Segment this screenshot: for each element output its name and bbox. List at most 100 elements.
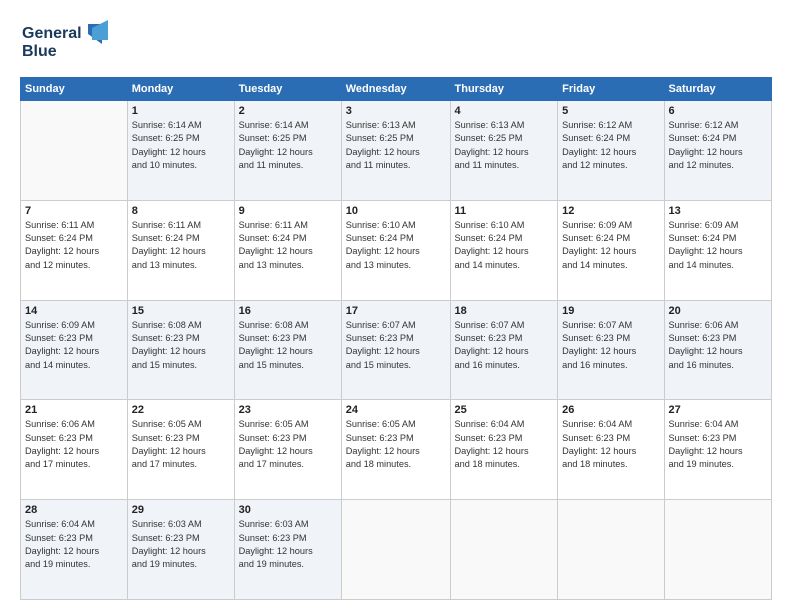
day-info: Sunrise: 6:06 AM Sunset: 6:23 PM Dayligh…	[25, 418, 123, 471]
day-number: 26	[562, 404, 659, 416]
day-number: 8	[132, 205, 230, 217]
day-number: 17	[346, 305, 446, 317]
day-info: Sunrise: 6:09 AM Sunset: 6:23 PM Dayligh…	[25, 319, 123, 372]
day-info: Sunrise: 6:05 AM Sunset: 6:23 PM Dayligh…	[346, 418, 446, 471]
day-info: Sunrise: 6:08 AM Sunset: 6:23 PM Dayligh…	[132, 319, 230, 372]
calendar-cell: 8 Sunrise: 6:11 AM Sunset: 6:24 PM Daylig…	[127, 200, 234, 300]
day-info: Sunrise: 6:09 AM Sunset: 6:24 PM Dayligh…	[562, 219, 659, 272]
day-info: Sunrise: 6:03 AM Sunset: 6:23 PM Dayligh…	[132, 518, 230, 571]
calendar-header-tuesday: Tuesday	[234, 78, 341, 101]
logo: General Blue	[20, 16, 115, 67]
day-number: 11	[455, 205, 554, 217]
day-number: 10	[346, 205, 446, 217]
calendar-cell: 20Sunrise: 6:06 AM Sunset: 6:23 PM Dayli…	[664, 300, 772, 400]
calendar-cell: 28Sunrise: 6:04 AM Sunset: 6:23 PM Dayli…	[21, 500, 128, 600]
calendar-cell: 23 Sunrise: 6:05 AM Sunset: 6:23 PM Dayli…	[234, 400, 341, 500]
day-info: Sunrise: 6:03 AM Sunset: 6:23 PM Dayligh…	[239, 518, 337, 571]
calendar-week-row: 7 Sunrise: 6:11 AM Sunset: 6:24 PM Daylig…	[21, 200, 772, 300]
day-number: 5	[562, 105, 659, 117]
calendar-cell: 30 Sunrise: 6:03 AM Sunset: 6:23 PM Dayli…	[234, 500, 341, 600]
calendar-week-row: 21 Sunrise: 6:06 AM Sunset: 6:23 PM Dayli…	[21, 400, 772, 500]
day-info: Sunrise: 6:05 AM Sunset: 6:23 PM Dayligh…	[132, 418, 230, 471]
day-number: 16	[239, 305, 337, 317]
calendar-cell: 14 Sunrise: 6:09 AM Sunset: 6:23 PM Dayli…	[21, 300, 128, 400]
calendar-week-row: 1 Sunrise: 6:14 AM Sunset: 6:25 PM Daylig…	[21, 101, 772, 201]
day-number: 14	[25, 305, 123, 317]
day-number: 12	[562, 205, 659, 217]
day-info: Sunrise: 6:12 AM Sunset: 6:24 PM Dayligh…	[562, 119, 659, 172]
calendar-cell	[450, 500, 558, 600]
day-info: Sunrise: 6:08 AM Sunset: 6:23 PM Dayligh…	[239, 319, 337, 372]
day-info: Sunrise: 6:13 AM Sunset: 6:25 PM Dayligh…	[455, 119, 554, 172]
day-info: Sunrise: 6:09 AM Sunset: 6:24 PM Dayligh…	[669, 219, 768, 272]
day-info: Sunrise: 6:12 AM Sunset: 6:24 PM Dayligh…	[669, 119, 768, 172]
calendar-cell: 3 Sunrise: 6:13 AM Sunset: 6:25 PM Daylig…	[341, 101, 450, 201]
svg-text:Blue: Blue	[22, 43, 57, 60]
calendar-cell: 1 Sunrise: 6:14 AM Sunset: 6:25 PM Daylig…	[127, 101, 234, 201]
calendar-header-friday: Friday	[558, 78, 664, 101]
day-info: Sunrise: 6:04 AM Sunset: 6:23 PM Dayligh…	[562, 418, 659, 471]
day-number: 2	[239, 105, 337, 117]
calendar-cell: 13 Sunrise: 6:09 AM Sunset: 6:24 PM Dayli…	[664, 200, 772, 300]
day-info: Sunrise: 6:07 AM Sunset: 6:23 PM Dayligh…	[346, 319, 446, 372]
day-number: 22	[132, 404, 230, 416]
svg-text:General: General	[22, 25, 82, 42]
calendar-cell: 2 Sunrise: 6:14 AM Sunset: 6:25 PM Daylig…	[234, 101, 341, 201]
calendar-cell: 24 Sunrise: 6:05 AM Sunset: 6:23 PM Dayli…	[341, 400, 450, 500]
day-info: Sunrise: 6:11 AM Sunset: 6:24 PM Dayligh…	[239, 219, 337, 272]
calendar-header-sunday: Sunday	[21, 78, 128, 101]
calendar-cell: 29 Sunrise: 6:03 AM Sunset: 6:23 PM Dayli…	[127, 500, 234, 600]
calendar-week-row: 28Sunrise: 6:04 AM Sunset: 6:23 PM Dayli…	[21, 500, 772, 600]
calendar-header-saturday: Saturday	[664, 78, 772, 101]
day-number: 30	[239, 504, 337, 516]
calendar-header-thursday: Thursday	[450, 78, 558, 101]
day-number: 15	[132, 305, 230, 317]
calendar-week-row: 14 Sunrise: 6:09 AM Sunset: 6:23 PM Dayli…	[21, 300, 772, 400]
day-info: Sunrise: 6:06 AM Sunset: 6:23 PM Dayligh…	[669, 319, 768, 372]
calendar-cell: 27Sunrise: 6:04 AM Sunset: 6:23 PM Dayli…	[664, 400, 772, 500]
day-number: 29	[132, 504, 230, 516]
calendar-cell: 15 Sunrise: 6:08 AM Sunset: 6:23 PM Dayli…	[127, 300, 234, 400]
calendar-cell: 21 Sunrise: 6:06 AM Sunset: 6:23 PM Dayli…	[21, 400, 128, 500]
day-info: Sunrise: 6:14 AM Sunset: 6:25 PM Dayligh…	[239, 119, 337, 172]
page: General Blue SundayMondayTuesdayWednesda…	[0, 0, 792, 612]
calendar-cell	[664, 500, 772, 600]
day-info: Sunrise: 6:10 AM Sunset: 6:24 PM Dayligh…	[346, 219, 446, 272]
day-info: Sunrise: 6:10 AM Sunset: 6:24 PM Dayligh…	[455, 219, 554, 272]
calendar-cell: 17 Sunrise: 6:07 AM Sunset: 6:23 PM Dayli…	[341, 300, 450, 400]
header: General Blue	[20, 16, 772, 67]
calendar-cell	[21, 101, 128, 201]
day-info: Sunrise: 6:04 AM Sunset: 6:23 PM Dayligh…	[455, 418, 554, 471]
day-info: Sunrise: 6:11 AM Sunset: 6:24 PM Dayligh…	[132, 219, 230, 272]
calendar-cell: 25 Sunrise: 6:04 AM Sunset: 6:23 PM Dayli…	[450, 400, 558, 500]
day-number: 24	[346, 404, 446, 416]
day-number: 23	[239, 404, 337, 416]
day-info: Sunrise: 6:07 AM Sunset: 6:23 PM Dayligh…	[562, 319, 659, 372]
day-number: 18	[455, 305, 554, 317]
day-info: Sunrise: 6:13 AM Sunset: 6:25 PM Dayligh…	[346, 119, 446, 172]
day-number: 19	[562, 305, 659, 317]
calendar-cell: 5 Sunrise: 6:12 AM Sunset: 6:24 PM Daylig…	[558, 101, 664, 201]
calendar-cell: 10 Sunrise: 6:10 AM Sunset: 6:24 PM Dayli…	[341, 200, 450, 300]
day-number: 7	[25, 205, 123, 217]
calendar-header-wednesday: Wednesday	[341, 78, 450, 101]
calendar-cell: 22 Sunrise: 6:05 AM Sunset: 6:23 PM Dayli…	[127, 400, 234, 500]
calendar-cell: 7Sunrise: 6:11 AM Sunset: 6:24 PM Daylig…	[21, 200, 128, 300]
calendar-cell: 6 Sunrise: 6:12 AM Sunset: 6:24 PM Daylig…	[664, 101, 772, 201]
day-number: 13	[669, 205, 768, 217]
day-number: 1	[132, 105, 230, 117]
calendar-cell: 9Sunrise: 6:11 AM Sunset: 6:24 PM Daylig…	[234, 200, 341, 300]
day-info: Sunrise: 6:05 AM Sunset: 6:23 PM Dayligh…	[239, 418, 337, 471]
calendar-header-row: SundayMondayTuesdayWednesdayThursdayFrid…	[21, 78, 772, 101]
day-number: 6	[669, 105, 768, 117]
logo-icon: General Blue	[20, 16, 115, 62]
day-number: 28	[25, 504, 123, 516]
calendar-cell: 19 Sunrise: 6:07 AM Sunset: 6:23 PM Dayli…	[558, 300, 664, 400]
day-number: 3	[346, 105, 446, 117]
calendar-cell: 4Sunrise: 6:13 AM Sunset: 6:25 PM Daylig…	[450, 101, 558, 201]
day-info: Sunrise: 6:14 AM Sunset: 6:25 PM Dayligh…	[132, 119, 230, 172]
calendar-cell: 26 Sunrise: 6:04 AM Sunset: 6:23 PM Dayli…	[558, 400, 664, 500]
day-number: 25	[455, 404, 554, 416]
day-number: 21	[25, 404, 123, 416]
calendar-cell	[341, 500, 450, 600]
